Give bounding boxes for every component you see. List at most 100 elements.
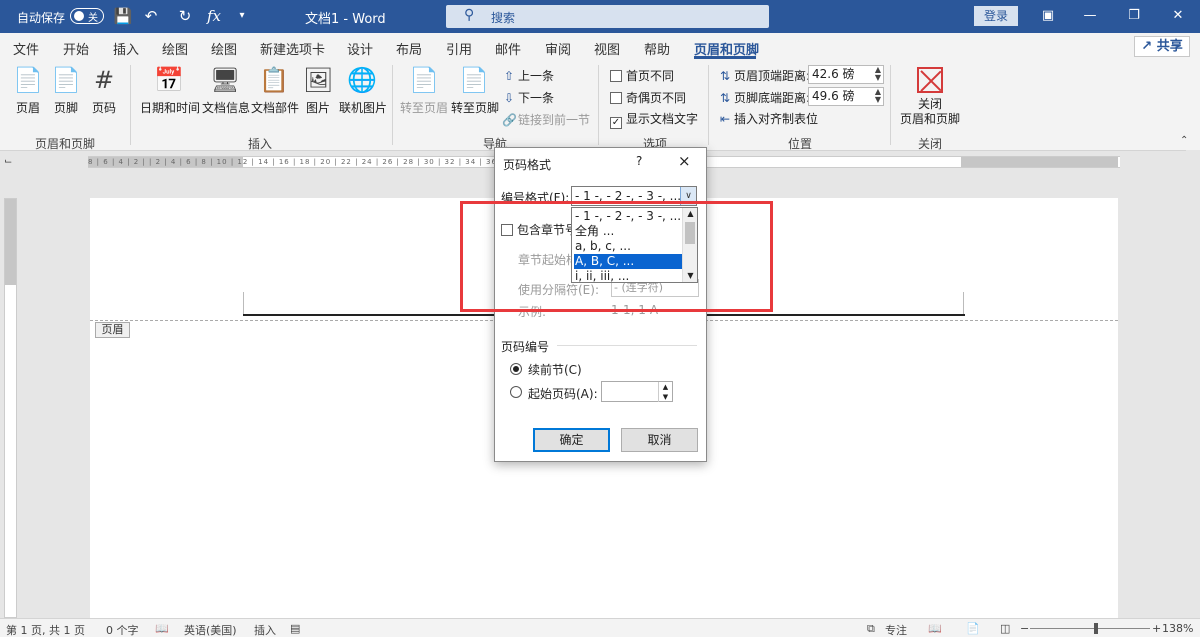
start-at-radio[interactable] [510,386,522,398]
tab-home[interactable]: 开始 [63,39,89,58]
goto-footer-button[interactable]: 📄 转至页脚 [451,65,499,116]
zoom-slider-knob[interactable] [1094,623,1098,634]
dropdown-scrollbar[interactable]: ▲ ▼ [682,208,697,282]
dropdown-option[interactable]: i, ii, iii, ... [574,269,682,284]
save-icon[interactable]: 💾 [113,6,133,26]
focus-icon[interactable]: ⧉ [867,622,875,636]
different-odd-even-checkbox[interactable]: 奇偶页不同 [610,89,686,106]
tab-file[interactable]: 文件 [13,39,39,58]
chevron-down-icon[interactable]: ∨ [680,187,696,205]
continue-radio[interactable] [510,363,522,375]
dropdown-option[interactable]: a, b, c, ... [574,239,682,254]
redo-icon[interactable]: ↻ [175,6,195,26]
customize-qat-icon[interactable]: ▾ [232,6,252,26]
page-number-label: 页码 [91,101,116,115]
spin-arrows-icon[interactable]: ▲ ▼ [875,66,881,82]
online-picture-button[interactable]: 🌐 联机图片 [339,65,387,116]
tab-draw[interactable]: 绘图 [162,39,188,58]
scroll-down-icon[interactable]: ▼ [683,270,698,282]
tab-layout[interactable]: 布局 [396,39,422,58]
goto-header-button[interactable]: 📄 转至页眉 [400,65,448,116]
login-button[interactable]: 登录 [974,6,1018,26]
word-count[interactable]: 0 个字 [106,622,139,637]
zoom-out-icon[interactable]: − [1020,622,1029,635]
tab-references[interactable]: 引用 [446,39,472,58]
print-layout-icon[interactable]: 📄 [966,622,980,635]
cancel-button[interactable]: 取消 [621,428,698,452]
zoom-level[interactable]: 138% [1162,622,1193,635]
tab-selector-icon[interactable]: ⌙ [4,156,18,170]
start-at-input[interactable]: ▲ ▼ [601,381,673,402]
spin-up-icon[interactable]: ▲ [658,382,672,392]
quick-parts-label: 文档部件 [251,101,300,115]
autosave-label: 自动保存 [17,11,66,25]
tab-design[interactable]: 设计 [347,39,373,58]
macro-icon[interactable]: ▤ [290,622,300,635]
tab-help[interactable]: 帮助 [644,39,670,58]
dropdown-option-selected[interactable]: A, B, C, ... [574,254,682,269]
page-number-format-dialog: 页码格式 ? × 编号格式(F): - 1 -, - 2 -, - 3 -, .… [494,147,707,462]
collapse-ribbon-icon[interactable]: ⌃ [1180,135,1188,146]
tab-new[interactable]: 新建选项卡 [260,39,325,58]
header-top-spinner[interactable]: 42.6 磅 ▲ ▼ [808,65,884,84]
language[interactable]: 英语(美国) [184,622,237,637]
search-box[interactable]: ⚲ 搜索 [446,5,769,28]
header-position-icon: ⇅ [719,69,731,83]
header-label: 页眉 [15,101,40,115]
show-document-text-checkbox[interactable]: ✓ 显示文档文字 [610,110,698,129]
spin-arrows-icon[interactable]: ▲ ▼ [875,88,881,104]
tab-mailings[interactable]: 邮件 [495,39,521,58]
page-number-button[interactable]: # 页码 [88,65,120,116]
previous-button[interactable]: ⇧ 上一条 [502,67,554,84]
close-icon[interactable]: × [678,152,691,170]
help-icon[interactable]: ? [636,154,642,168]
undo-icon[interactable]: ↶ [141,6,161,26]
scroll-thumb[interactable] [685,222,695,244]
dropdown-option[interactable]: 全角 ... [574,224,682,239]
focus-mode[interactable]: 专注 [885,622,907,637]
tab-draw-2[interactable]: 绘图 [211,39,237,58]
read-mode-icon[interactable]: 📖 [928,622,942,635]
footer-bottom-spinner[interactable]: 49.6 磅 ▲ ▼ [808,87,884,106]
share-button[interactable]: ↗ 共享 [1134,36,1190,57]
number-format-dropdown-list[interactable]: - 1 -, - 2 -, - 3 -, ... 全角 ... a, b, c,… [571,207,698,283]
vertical-ruler[interactable] [4,198,17,618]
ruler-margin-right [961,157,1118,167]
insert-mode[interactable]: 插入 [254,622,276,637]
insert-alignment-tab-button[interactable]: ⇤ 插入对齐制表位 [718,110,818,127]
picture-button[interactable]: 🖼 图片 [303,65,333,116]
date-time-button[interactable]: 📅 日期和时间 [140,65,200,116]
formula-icon[interactable]: fx [204,6,224,26]
doc-info-button[interactable]: 🖥 文档信息 [202,65,250,116]
dropdown-option[interactable]: - 1 -, - 2 -, - 3 -, ... [574,209,682,224]
vertical-scrollbar[interactable] [1186,150,1200,618]
next-button[interactable]: ⇩ 下一条 [502,89,554,106]
include-chapter-checkbox[interactable]: 包含章节号 [501,221,577,238]
number-format-select[interactable]: - 1 -, - 2 -, - 3 -, ... ∨ [571,186,697,206]
close-window-icon[interactable]: ✕ [1166,6,1190,26]
close-header-footer-label: 关闭 页眉和页脚 [899,97,960,126]
zoom-slider[interactable] [1030,628,1150,629]
zoom-in-icon[interactable]: + [1152,622,1161,635]
quick-parts-button[interactable]: 📋 文档部件 [251,65,300,116]
link-previous-button[interactable]: 🔗链接到前一节 [502,111,590,128]
proofing-icon[interactable]: 📖 [155,622,169,635]
ok-button[interactable]: 确定 [533,428,610,452]
number-format-value: - 1 -, - 2 -, - 3 -, ... [575,189,682,203]
tab-insert[interactable]: 插入 [113,39,139,58]
scroll-up-icon[interactable]: ▲ [683,208,698,220]
restore-icon[interactable]: ❐ [1122,6,1146,26]
page-count[interactable]: 第 1 页, 共 1 页 [6,622,85,637]
ribbon-display-icon[interactable]: ▣ [1036,6,1060,26]
minimize-icon[interactable]: — [1078,6,1102,26]
section-divider [557,345,697,346]
autosave-toggle[interactable]: 关 [70,8,104,24]
header-button[interactable]: 📄 页眉 [12,65,44,116]
tab-review[interactable]: 审阅 [545,39,571,58]
close-header-footer-button[interactable]: 关闭 页眉和页脚 [898,67,962,127]
different-first-page-checkbox[interactable]: 首页不同 [610,67,674,84]
tab-view[interactable]: 视图 [594,39,620,58]
web-layout-icon[interactable]: ◫ [1000,622,1010,635]
footer-button[interactable]: 📄 页脚 [50,65,82,116]
spin-down-icon[interactable]: ▼ [658,392,672,402]
